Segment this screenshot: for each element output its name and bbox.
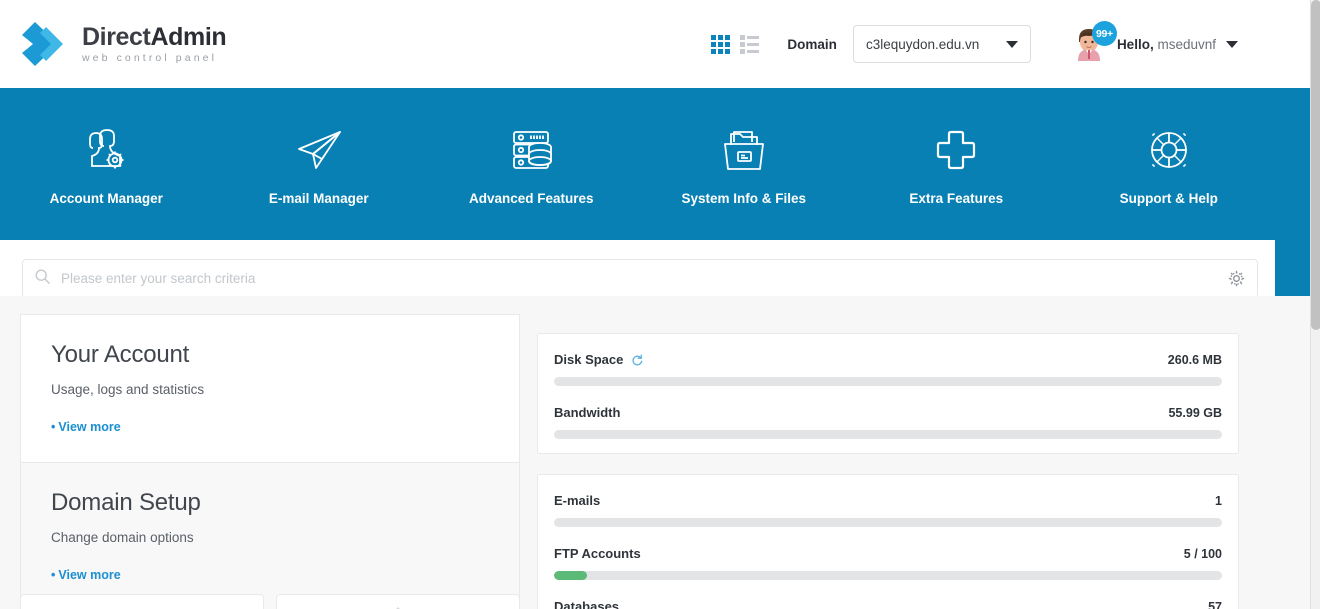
progress-fill [554, 571, 588, 580]
avatar: 99+ [1073, 21, 1117, 61]
chevron-down-icon [1005, 40, 1018, 48]
nav-item-system-info-files[interactable]: System Info & Files [659, 128, 829, 206]
stat-value: 5 / 100 [1183, 546, 1222, 561]
header-right-controls: Domain c3lequydon.edu.vn 99+ Hello, msed… [711, 21, 1310, 63]
nav-background-extension [1275, 240, 1310, 296]
nav-item-account-manager[interactable]: Account Manager [21, 128, 191, 206]
nav-label: E-mail Manager [268, 191, 369, 206]
page-scrollbar[interactable] [1310, 0, 1320, 609]
card-domain-setup[interactable]: Domain Setup Change domain options • View… [20, 462, 520, 609]
notification-badge[interactable]: 99+ [1091, 21, 1117, 46]
directadmin-control-panel: DirectAdmin web control panel Domain c3l… [0, 0, 1320, 609]
nav-item-extra-features[interactable]: Extra Features [871, 128, 1041, 206]
progress-bar [554, 377, 1222, 386]
stat-header: Bandwidth 55.99 GB [554, 405, 1222, 420]
stat-value: 57 [1208, 599, 1222, 609]
bullet: • [51, 568, 56, 582]
paper-plane-icon [295, 128, 343, 174]
view-more-label: View more [58, 420, 121, 434]
brand-tagline: web control panel [82, 51, 218, 64]
view-mode-toggles [711, 34, 760, 54]
brand-text: DirectAdmin web control panel [82, 22, 227, 64]
nav-item-support-help[interactable]: Support & Help [1084, 128, 1254, 206]
progress-bar [554, 430, 1222, 439]
card-subtitle: Usage, logs and statistics [51, 382, 205, 397]
domain-label: Domain [787, 36, 837, 52]
stat-row-emails: E-mails 1 [554, 493, 1222, 527]
brand-name-part2: Admin [150, 22, 227, 51]
nav-label: Extra Features [909, 191, 1004, 206]
stat-label: FTP Accounts [554, 546, 641, 561]
refresh-icon[interactable] [631, 354, 643, 366]
nav-item-email-manager[interactable]: E-mail Manager [234, 128, 404, 206]
primary-nav: Account Manager E-mail Manager Advanced … [0, 88, 1310, 240]
bottom-tile-right[interactable] [276, 594, 520, 609]
search-bar[interactable] [22, 259, 1258, 298]
chevron-down-icon [1226, 40, 1238, 48]
progress-bar [554, 571, 1222, 580]
bottom-tile-row [20, 594, 520, 609]
card-title: Your Account [51, 341, 190, 368]
domain-select[interactable]: c3lequydon.edu.vn [852, 25, 1031, 63]
card-subtitle: Change domain options [51, 530, 194, 545]
nav-items-list: Account Manager E-mail Manager Advanced … [0, 88, 1275, 240]
users-gear-icon [82, 128, 130, 174]
plus-icon [932, 128, 980, 174]
greeting-username: mseduvnf [1157, 36, 1216, 52]
stat-row-bandwidth: Bandwidth 55.99 GB [554, 405, 1222, 439]
bottom-tile-left[interactable] [20, 594, 264, 609]
nav-label: System Info & Files [681, 191, 807, 206]
stat-value: 55.99 GB [1168, 405, 1222, 420]
user-menu[interactable]: 99+ Hello, mseduvnf [1073, 21, 1238, 61]
stat-row-disk-space: Disk Space 260.6 MB [554, 352, 1222, 386]
folder-files-icon [720, 128, 768, 174]
nav-label: Advanced Features [468, 191, 594, 206]
user-greeting: Hello, mseduvnf [1117, 37, 1216, 52]
scrollbar-thumb[interactable] [1311, 0, 1320, 330]
server-database-icon [507, 128, 555, 174]
stat-label: E-mails [554, 493, 601, 508]
domain-select-value: c3lequydon.edu.vn [865, 36, 980, 52]
stat-label: Bandwidth [554, 405, 621, 420]
gear-icon[interactable] [1228, 270, 1245, 287]
lifebuoy-icon [1145, 128, 1193, 174]
stats-column: Disk Space 260.6 MB Bandwidth 55.99 GB E… [537, 333, 1239, 609]
stat-value: 260.6 MB [1167, 352, 1222, 367]
stat-header: E-mails 1 [554, 493, 1222, 508]
search-input[interactable] [61, 271, 1228, 286]
brand-logo-area[interactable]: DirectAdmin web control panel [18, 21, 227, 67]
stat-row-ftp-accounts: FTP Accounts 5 / 100 [554, 546, 1222, 580]
card-title: Domain Setup [51, 489, 201, 516]
progress-bar [554, 518, 1222, 527]
stat-header: Databases 57 [554, 599, 1222, 609]
stat-label: Disk Space [554, 352, 624, 367]
brand-name-part1: Direct [82, 22, 151, 51]
nav-label: Support & Help [1119, 191, 1218, 206]
greeting-bold: Hello, [1116, 36, 1154, 52]
view-more-link[interactable]: • View more [51, 420, 121, 434]
grid-view-icon[interactable] [711, 34, 731, 54]
stats-card-usage: Disk Space 260.6 MB Bandwidth 55.99 GB [537, 333, 1239, 454]
nav-label: Account Manager [49, 191, 163, 206]
card-your-account[interactable]: Your Account Usage, logs and statistics … [20, 314, 520, 462]
stat-value: 1 [1215, 493, 1222, 508]
stat-row-databases: Databases 57 [554, 599, 1222, 609]
stat-header: FTP Accounts 5 / 100 [554, 546, 1222, 561]
left-cards-column: Your Account Usage, logs and statistics … [20, 314, 520, 609]
directadmin-chevron-logo [22, 22, 63, 66]
stat-label: Databases [554, 599, 620, 609]
nav-item-advanced-features[interactable]: Advanced Features [446, 128, 616, 206]
brand-name: DirectAdmin [82, 22, 227, 51]
view-more-link[interactable]: • View more [51, 568, 121, 582]
stat-header: Disk Space 260.6 MB [554, 352, 1222, 367]
list-view-icon[interactable] [740, 34, 760, 54]
view-more-label: View more [58, 568, 121, 582]
search-panel [5, 240, 1275, 302]
top-header: DirectAdmin web control panel Domain c3l… [0, 0, 1310, 88]
bullet: • [51, 420, 56, 434]
stats-card-resources: E-mails 1 FTP Accounts 5 / 100 Databases… [537, 474, 1239, 609]
search-icon [35, 268, 50, 289]
